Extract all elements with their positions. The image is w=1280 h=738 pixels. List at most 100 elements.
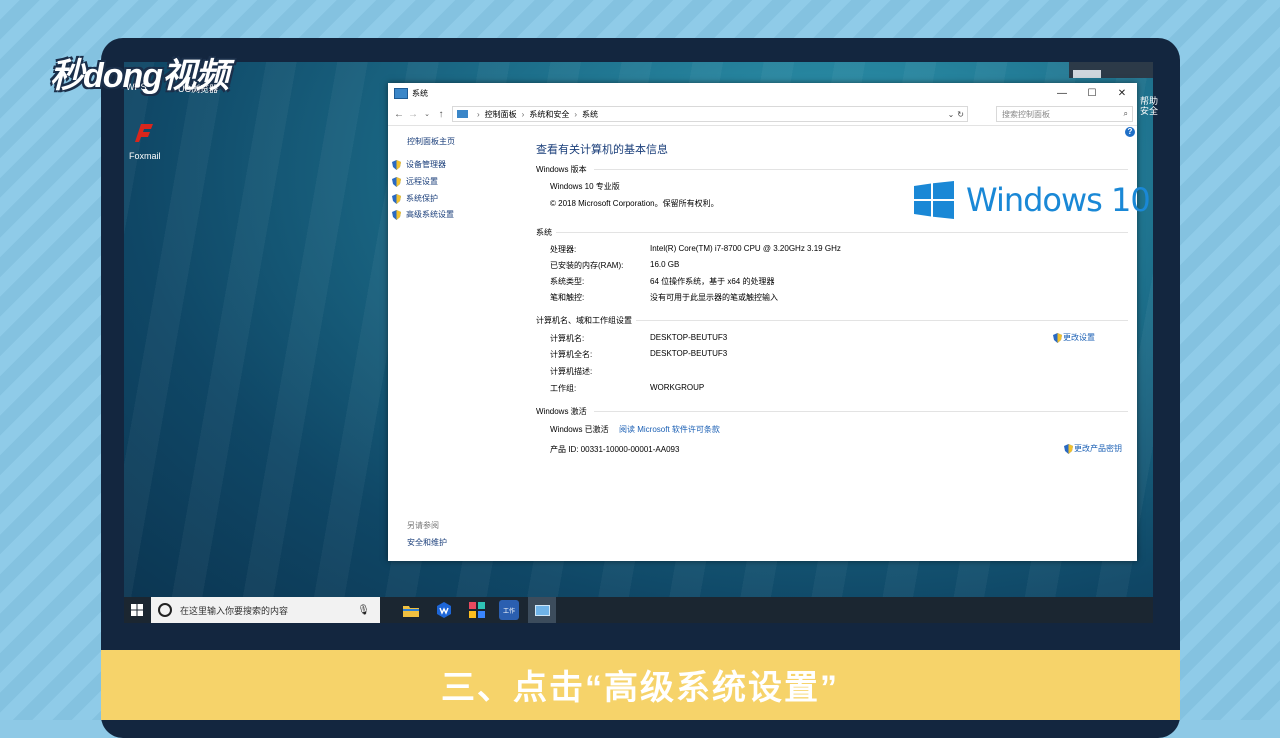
full-name-label: 计算机全名: [550, 350, 593, 359]
foxmail-icon[interactable] [131, 120, 157, 146]
section-divider [556, 232, 1128, 233]
wps-icon[interactable] [434, 600, 454, 620]
up-arrow-icon[interactable]: ↑ [434, 109, 448, 120]
search-icon[interactable]: ⌕ [1124, 109, 1128, 119]
workgroup-label: 工作组: [550, 384, 577, 393]
address-bar[interactable]: › 控制面板 › 系统和安全 › 系统 ⌄ ↻ [452, 106, 968, 122]
change-product-key-link[interactable]: 更改产品密钥 [1064, 443, 1122, 454]
description-label: 计算机描述: [550, 367, 593, 376]
taskbar-search-placeholder: 在这里输入你要搜索的内容 [180, 605, 289, 616]
computer-icon [394, 87, 408, 99]
windows10-logo: Windows 10 [914, 181, 1151, 219]
copyright-text: © 2018 Microsoft Corporation。保留所有权利。 [550, 199, 719, 208]
back-arrow-icon[interactable]: ← [392, 109, 406, 120]
activation-status: Windows 已激活 [550, 425, 609, 434]
breadcrumb-item-control-panel[interactable]: 控制面板 [485, 109, 517, 120]
windows-start-icon [131, 604, 143, 616]
cortana-icon [158, 603, 172, 617]
window-title: 系统 [412, 88, 428, 98]
system-window: 系统 — ☐ ✕ ← → ⌄ ↑ › 控制面板 › 系统和安全 › 系统 ⌄ ↻… [388, 83, 1151, 561]
windows10-logo-text: Windows 10 [966, 181, 1151, 219]
pen-touch-value: 没有可用于此显示器的笔或触控输入 [650, 293, 778, 302]
section-divider [636, 320, 1128, 321]
microphone-icon[interactable]: 🎙 [357, 605, 370, 616]
product-id: 产品 ID: 00331-10000-00001-AA093 [550, 445, 680, 454]
edition-section-title: Windows 版本 [536, 165, 587, 174]
processor-label: 处理器: [550, 245, 577, 254]
start-button[interactable] [124, 597, 150, 623]
sidebar-item-system-protection[interactable]: 系统保护 [392, 193, 438, 204]
background-window-chip [1073, 70, 1101, 78]
shield-icon [392, 209, 401, 220]
computer-name-value: DESKTOP-BEUTUF3 [650, 333, 728, 342]
computer-icon [534, 604, 550, 616]
sidebar-item-label: 系统保护 [406, 194, 438, 203]
sidebar-item-remote-settings[interactable]: 远程设置 [392, 176, 438, 187]
section-divider [594, 411, 1128, 412]
system-window-taskbar-button[interactable] [528, 597, 556, 623]
breadcrumb-separator-icon: › [574, 109, 578, 119]
breadcrumb-item-system-security[interactable]: 系统和安全 [529, 109, 569, 120]
sidebar-item-label: 远程设置 [406, 177, 438, 186]
work-app-icon[interactable]: 工作 [499, 600, 519, 620]
computer-name-label: 计算机名: [550, 334, 585, 343]
taskbar: 在这里输入你要搜索的内容 🎙 工作 [124, 597, 1153, 623]
breadcrumb-separator-icon: › [521, 109, 525, 119]
change-product-key-label: 更改产品密钥 [1074, 444, 1122, 453]
system-type-label: 系统类型: [550, 277, 585, 286]
refresh-icon[interactable]: ↻ [957, 110, 964, 119]
desktop-icon-wps-label[interactable]: WPS [126, 82, 147, 92]
system-type-value: 64 位操作系统，基于 x64 的处理器 [650, 277, 775, 286]
windows-logo-icon [914, 181, 954, 219]
recent-chevron-icon[interactable]: ⌄ [420, 110, 434, 118]
section-divider [594, 169, 1128, 170]
file-explorer-icon[interactable] [401, 600, 421, 620]
edition-value: Windows 10 专业版 [550, 182, 620, 191]
control-panel-icon [457, 110, 468, 118]
sidebar-item-label: 设备管理器 [406, 160, 446, 169]
activation-section-title: Windows 激活 [536, 407, 587, 416]
shield-icon [1064, 443, 1073, 454]
search-placeholder: 搜索控制面板 [1002, 109, 1050, 119]
desktop-icon-foxmail-label[interactable]: Foxmail [129, 151, 161, 161]
page-title: 查看有关计算机的基本信息 [536, 144, 668, 156]
ram-value: 16.0 GB [650, 260, 680, 269]
background-label-2: 安全 [1140, 106, 1159, 116]
processor-value: Intel(R) Core(TM) i7-8700 CPU @ 3.20GHz … [650, 244, 841, 253]
caption-text: 三、点击“高级系统设置” [441, 669, 839, 707]
workgroup-value: WORKGROUP [650, 383, 705, 392]
shield-icon [1053, 332, 1062, 343]
breadcrumb-separator-icon: › [477, 109, 480, 119]
computer-section-title: 计算机名、域和工作组设置 [536, 316, 632, 325]
title-bar[interactable]: 系统 — ☐ ✕ [388, 83, 1137, 103]
help-icon[interactable]: ? [1125, 127, 1135, 137]
full-name-value: DESKTOP-BEUTUF3 [650, 349, 728, 358]
see-also-heading: 另请参阅 [407, 521, 439, 530]
license-terms-link[interactable]: 阅读 Microsoft 软件许可条款 [619, 424, 720, 435]
search-input[interactable]: 搜索控制面板 ⌕ [996, 106, 1133, 122]
taskbar-search-input[interactable]: 在这里输入你要搜索的内容 🎙 [151, 597, 380, 623]
dropdown-chevron-icon[interactable]: ⌄ [948, 110, 955, 119]
ram-label: 已安装的内存(RAM): [550, 261, 624, 270]
sidebar-item-device-manager[interactable]: 设备管理器 [392, 159, 446, 170]
maximize-button[interactable]: ☐ [1077, 83, 1107, 103]
breadcrumb-item-system[interactable]: 系统 [582, 109, 598, 120]
shield-icon [392, 193, 401, 204]
sidebar-home-link[interactable]: 控制面板主页 [407, 136, 455, 147]
app-launcher-icon[interactable] [467, 600, 487, 620]
minimize-button[interactable]: — [1047, 83, 1077, 103]
shield-icon [392, 176, 401, 187]
change-settings-label: 更改设置 [1063, 333, 1095, 342]
pen-touch-label: 笔和触控: [550, 293, 585, 302]
desktop-icon-uc-label[interactable]: UC浏览器 [178, 82, 218, 95]
security-maintenance-link[interactable]: 安全和维护 [407, 537, 447, 548]
sidebar-item-label: 高级系统设置 [406, 210, 454, 219]
close-button[interactable]: ✕ [1107, 83, 1137, 103]
shield-icon [392, 159, 401, 170]
change-settings-link[interactable]: 更改设置 [1053, 332, 1095, 343]
work-app-label: 工作 [502, 608, 515, 615]
address-toolbar: ← → ⌄ ↑ › 控制面板 › 系统和安全 › 系统 ⌄ ↻ 搜索控制面板 ⌕ [388, 103, 1137, 126]
system-section-title: 系统 [536, 228, 552, 237]
forward-arrow-icon[interactable]: → [406, 109, 420, 120]
sidebar-item-advanced-system-settings[interactable]: 高级系统设置 [392, 209, 454, 220]
